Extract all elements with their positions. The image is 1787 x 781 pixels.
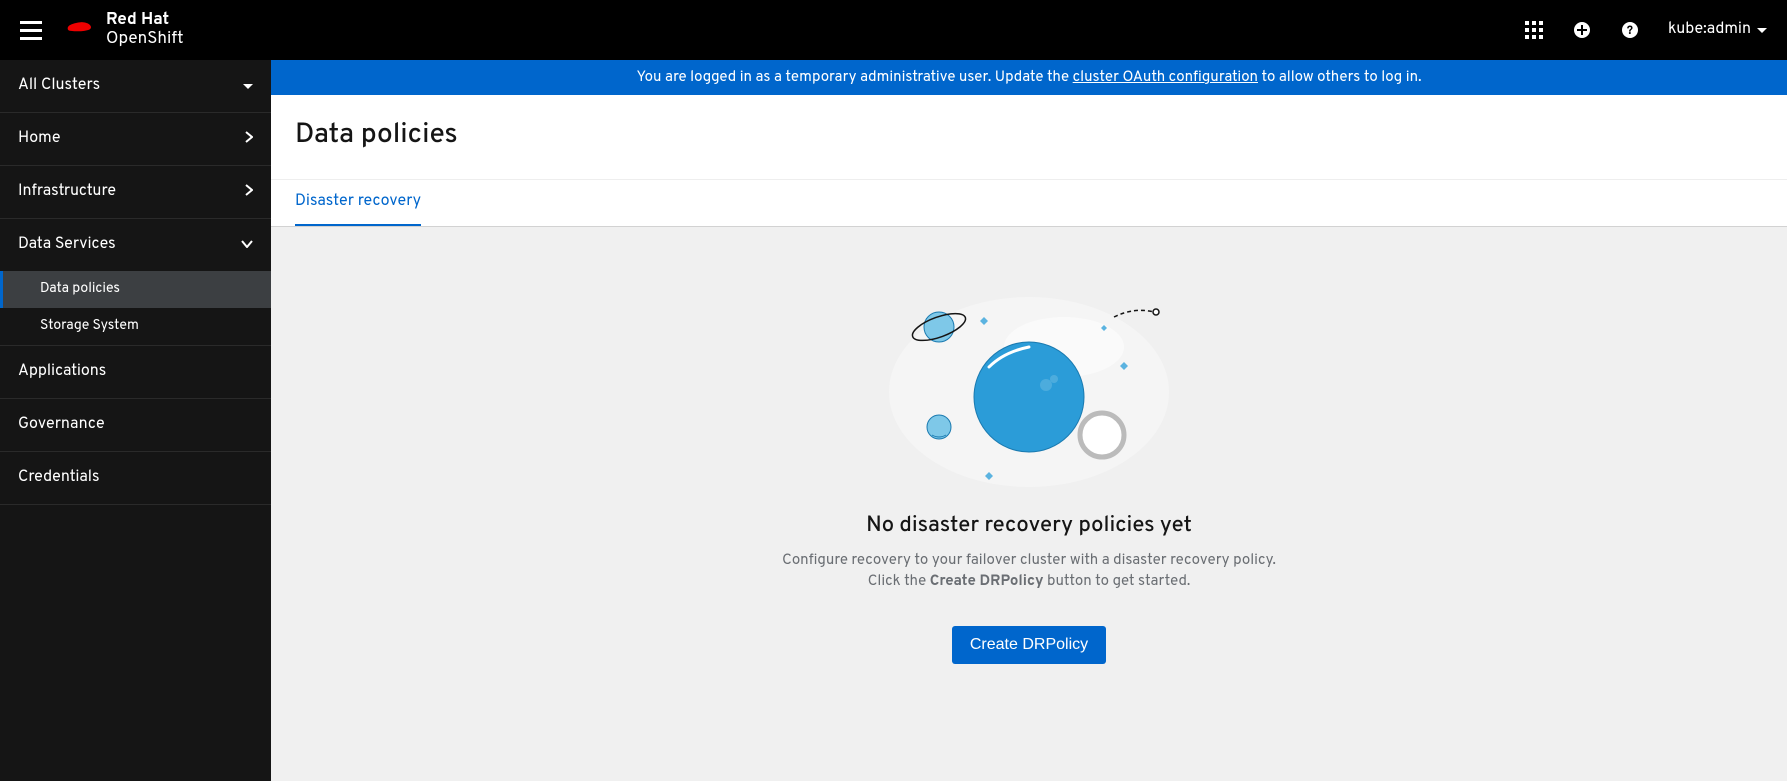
import-icon[interactable] — [1572, 20, 1592, 40]
empty-state-description: Configure recovery to your failover clus… — [782, 550, 1276, 592]
empty-desc-line1: Configure recovery to your failover clus… — [782, 551, 1276, 570]
svg-text:?: ? — [1627, 23, 1633, 39]
top-header: Red Hat OpenShift ? kube:admin — [0, 0, 1787, 60]
caret-down-icon — [1757, 28, 1767, 33]
sidebar-item-data-policies[interactable]: Data policies — [0, 271, 271, 308]
header-right: ? kube:admin — [1524, 20, 1767, 40]
chevron-right-icon — [245, 131, 253, 148]
empty-desc-bold: Create DRPolicy — [930, 572, 1044, 591]
sidebar-item-label: All Clusters — [18, 76, 100, 96]
sidebar-item-label: Data policies — [40, 281, 120, 298]
create-drpolicy-button[interactable]: Create DRPolicy — [952, 626, 1106, 664]
sidebar-item-home[interactable]: Home — [0, 113, 271, 165]
logo-text: Red Hat OpenShift — [106, 11, 184, 48]
main-content: You are logged in as a temporary adminis… — [271, 60, 1787, 781]
tab-disaster-recovery[interactable]: Disaster recovery — [295, 180, 421, 226]
empty-desc-line2-before: Click the — [868, 572, 930, 591]
empty-state-illustration — [884, 287, 1174, 497]
chevron-down-icon — [241, 237, 253, 253]
logo[interactable]: Red Hat OpenShift — [66, 11, 184, 48]
sidebar-item-storage-system[interactable]: Storage System — [0, 308, 271, 345]
tabs: Disaster recovery — [271, 179, 1787, 227]
user-label: kube:admin — [1668, 20, 1751, 40]
menu-toggle-button[interactable] — [20, 21, 42, 40]
sidebar-item-label: Credentials — [18, 468, 100, 488]
sidebar-item-label: Home — [18, 129, 60, 149]
user-menu[interactable]: kube:admin — [1668, 20, 1767, 40]
sidebar-item-credentials[interactable]: Credentials — [0, 452, 271, 504]
empty-state: No disaster recovery policies yet Config… — [271, 227, 1787, 781]
empty-desc-line2-after: button to get started. — [1044, 572, 1191, 591]
login-banner: You are logged in as a temporary adminis… — [271, 60, 1787, 95]
oauth-config-link[interactable]: cluster OAuth configuration — [1073, 68, 1258, 87]
sidebar-item-applications[interactable]: Applications — [0, 346, 271, 398]
sidebar-item-all-clusters[interactable]: All Clusters — [0, 60, 271, 112]
sidebar-item-label: Storage System — [40, 318, 139, 335]
page-title: Data policies — [295, 117, 1763, 179]
banner-text-after: to allow others to log in. — [1258, 68, 1422, 87]
sidebar-item-infrastructure[interactable]: Infrastructure — [0, 166, 271, 218]
sidebar-item-label: Governance — [18, 415, 105, 435]
sidebar-item-data-services[interactable]: Data Services — [0, 219, 271, 271]
redhat-icon — [66, 19, 96, 41]
sidebar: All Clusters Home Infrastructure Data — [0, 60, 271, 781]
app-launcher-icon[interactable] — [1524, 20, 1544, 40]
empty-state-title: No disaster recovery policies yet — [866, 513, 1192, 540]
banner-text-before: You are logged in as a temporary adminis… — [636, 68, 1072, 87]
sidebar-item-label: Data Services — [18, 235, 116, 255]
sidebar-item-label: Infrastructure — [18, 182, 116, 202]
sidebar-item-governance[interactable]: Governance — [0, 399, 271, 451]
caret-down-icon — [243, 84, 253, 89]
logo-product: OpenShift — [106, 30, 184, 49]
header-left: Red Hat OpenShift — [20, 11, 184, 48]
chevron-right-icon — [245, 184, 253, 201]
sidebar-item-label: Applications — [18, 362, 106, 382]
page-header: Data policies — [271, 95, 1787, 179]
container: All Clusters Home Infrastructure Data — [0, 60, 1787, 781]
help-icon[interactable]: ? — [1620, 20, 1640, 40]
